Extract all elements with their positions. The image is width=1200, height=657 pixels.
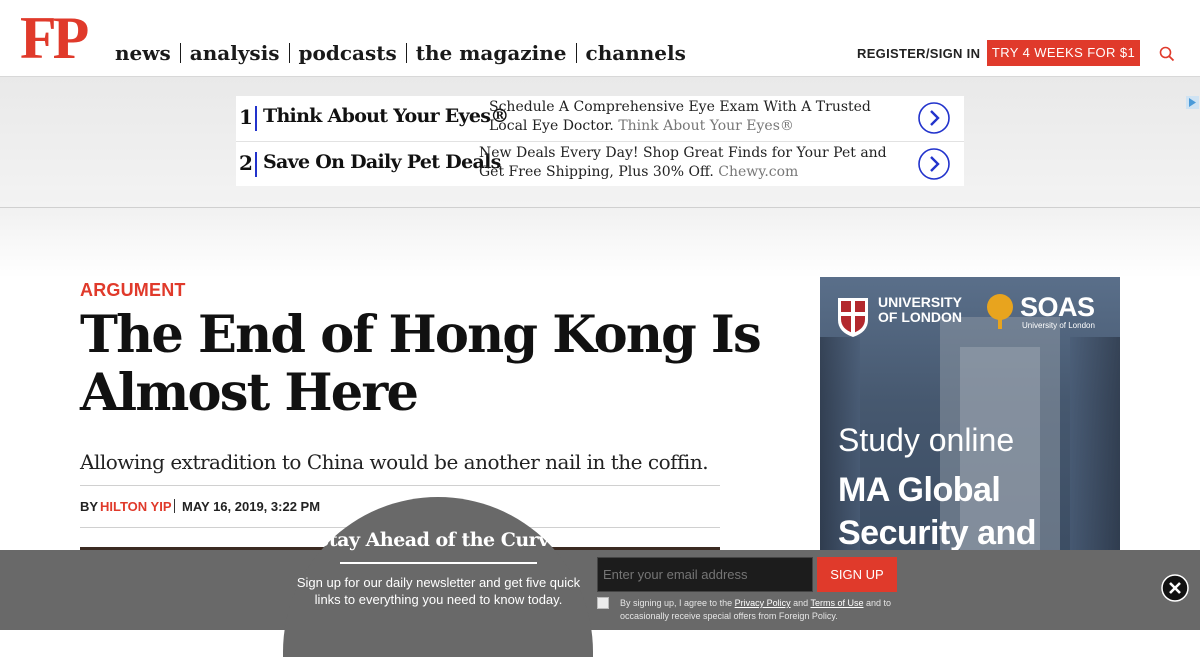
ad-headline: Study online xyxy=(838,422,1015,458)
newsletter-legal: By signing up, I agree to the Privacy Po… xyxy=(620,597,900,623)
adchoices-icon[interactable] xyxy=(1186,96,1199,109)
newsletter-text: Sign up for our daily newsletter and get… xyxy=(296,575,581,607)
nav-podcasts[interactable]: podcasts xyxy=(299,41,397,65)
ad-course-title: MA Global Security and xyxy=(838,471,1037,552)
university-crest-icon xyxy=(838,298,868,337)
ad-description: Schedule A Comprehensive Eye Exam With A… xyxy=(489,98,909,136)
chevron-right-icon[interactable] xyxy=(918,148,950,180)
byline-prefix: BY xyxy=(80,499,99,514)
ad-row[interactable]: 2 Save On Daily Pet Deals New Deals Ever… xyxy=(236,142,964,186)
ad-row[interactable]: 1 Think About Your Eyes® Schedule A Comp… xyxy=(236,96,964,142)
nav-divider xyxy=(288,43,290,63)
byline-divider xyxy=(174,499,175,513)
legal-text: and xyxy=(793,598,809,608)
newsletter-rule xyxy=(340,562,537,564)
ad-band-fade xyxy=(0,208,1200,278)
fp-logo[interactable]: FP xyxy=(20,8,89,68)
ad-description: New Deals Every Day! Shop Great Finds fo… xyxy=(479,144,909,182)
ad-number: 1 xyxy=(239,105,253,129)
ad-number: 2 xyxy=(239,151,253,175)
publish-date: MAY 16, 2019, 3:22 PM xyxy=(182,499,321,514)
article-headline: The End of Hong Kong Is Almost Here xyxy=(80,305,762,423)
ad-title[interactable]: Save On Daily Pet Deals xyxy=(263,151,501,173)
article-kicker[interactable]: ARGUMENT xyxy=(80,280,186,301)
university-name: UNIVERSITY OF LONDON xyxy=(878,294,962,325)
article-dek: Allowing extradition to China would be a… xyxy=(80,450,709,474)
soas-logo: SOAS xyxy=(1020,292,1095,322)
chevron-right-icon[interactable] xyxy=(918,102,950,134)
site-header: FP news analysis podcasts the magazine c… xyxy=(0,0,1200,77)
register-sign-in-link[interactable]: REGISTER/SIGN IN xyxy=(857,46,980,61)
nav-channels[interactable]: channels xyxy=(586,41,686,65)
terms-of-use-link[interactable]: Terms of Use xyxy=(811,598,864,608)
close-icon[interactable] xyxy=(1161,574,1189,602)
text-ad-unit: 1 Think About Your Eyes® Schedule A Comp… xyxy=(236,96,1199,186)
author-link[interactable]: HILTON YIP xyxy=(100,499,172,514)
nav-news[interactable]: news xyxy=(115,41,171,65)
consent-checkbox[interactable] xyxy=(597,597,609,609)
ad-divider xyxy=(255,152,257,177)
email-input[interactable] xyxy=(597,557,813,592)
nav-divider xyxy=(405,43,407,63)
top-ad-band: 1 Think About Your Eyes® Schedule A Comp… xyxy=(0,77,1200,208)
nav-divider xyxy=(179,43,181,63)
university-of-london-logo: UNIVERSITY OF LONDON xyxy=(878,295,983,325)
ad-divider xyxy=(255,106,257,131)
newsletter-title: Stay Ahead of the Curve xyxy=(315,529,561,551)
soas-subtitle: University of London xyxy=(1022,321,1095,330)
ad-domain[interactable]: Think About Your Eyes® xyxy=(618,118,794,134)
main-nav: news analysis podcasts the magazine chan… xyxy=(115,41,686,65)
legal-text: By signing up, I agree to the xyxy=(620,598,733,608)
nav-divider xyxy=(575,43,577,63)
privacy-policy-link[interactable]: Privacy Policy xyxy=(735,598,791,608)
nav-the-magazine[interactable]: the magazine xyxy=(416,41,567,65)
subscribe-button[interactable]: TRY 4 WEEKS FOR $1 xyxy=(987,40,1140,66)
ad-description-text: New Deals Every Day! Shop Great Finds fo… xyxy=(479,145,887,180)
tree-icon xyxy=(987,294,1013,329)
side-ad[interactable]: UNIVERSITY OF LONDON SOAS University of … xyxy=(820,277,1120,557)
ad-title[interactable]: Think About Your Eyes® xyxy=(263,105,509,127)
search-icon[interactable] xyxy=(1159,46,1175,62)
ad-domain[interactable]: Chewy.com xyxy=(718,164,798,180)
nav-analysis[interactable]: analysis xyxy=(190,41,280,65)
sign-up-button[interactable]: SIGN UP xyxy=(817,557,897,592)
